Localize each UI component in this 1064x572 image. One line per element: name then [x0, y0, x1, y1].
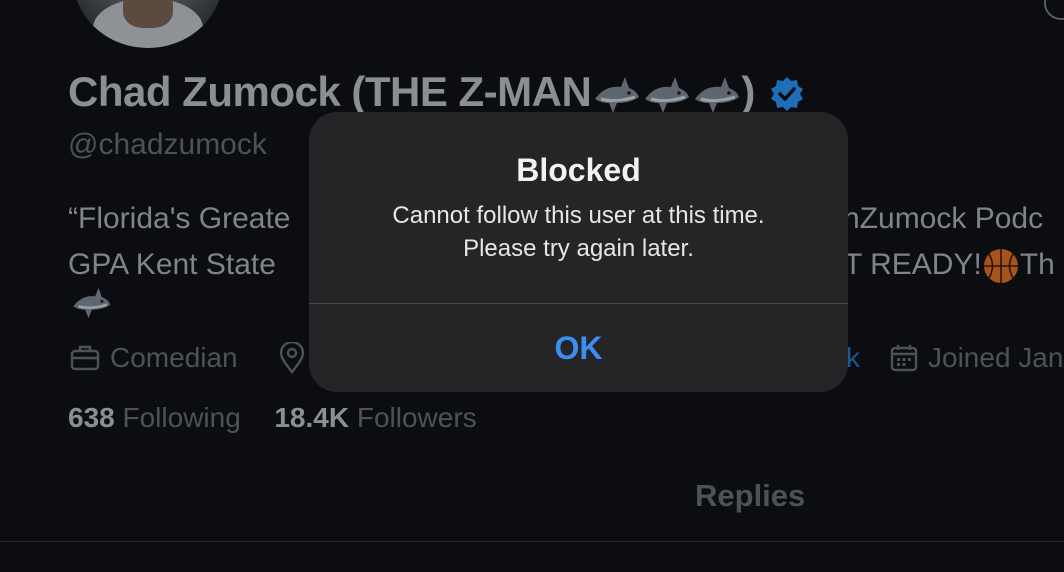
website-link-fragment[interactable]: k: [846, 342, 860, 374]
meta-website-link[interactable]: k: [846, 342, 860, 374]
ok-button[interactable]: OK: [309, 304, 848, 392]
shark-emoji-icon: [70, 282, 112, 338]
tabs-divider: [0, 541, 1064, 542]
blocked-alert-dialog: Blocked Cannot follow this user at this …: [309, 112, 848, 392]
meta-joined: Joined Jan: [890, 342, 1063, 374]
bio-line1-left: “Florida's Greate: [68, 202, 291, 235]
shark-emoji-icon: [591, 68, 641, 117]
user-handle: @chadzumock: [68, 128, 267, 161]
followers-label: Followers: [349, 402, 477, 433]
meta-occupation: Comedian: [70, 342, 238, 374]
shark-emoji-icon: [691, 68, 741, 117]
alert-message: Cannot follow this user at this time. Pl…: [309, 199, 848, 265]
bio-line1-right: nZumock Podc: [843, 202, 1044, 235]
verified-badge-icon[interactable]: [769, 74, 805, 112]
tab-replies[interactable]: Replies: [695, 478, 805, 514]
display-name-text: Chad Zumock (THE Z-MAN: [68, 68, 592, 116]
bio-line2-right: T READY! Th: [844, 242, 1055, 288]
display-name-close-paren: ): [741, 68, 755, 116]
bio-line2-right-text: T READY!: [844, 248, 982, 281]
calendar-icon: [890, 344, 918, 372]
profile-page: Chad Zumock (THE Z-MAN ) @chadzumock “Fl…: [0, 0, 1064, 572]
followers-count: 18.4K: [274, 402, 350, 433]
occupation-text: Comedian: [110, 342, 238, 373]
avatar[interactable]: [70, 0, 226, 51]
joined-text: Joined Jan: [928, 342, 1064, 373]
alert-message-line1: Cannot follow this user at this time.: [392, 202, 765, 229]
avatar-face: [123, 0, 173, 28]
alert-message-line2: Please try again later.: [463, 235, 694, 262]
edit-profile-button-edge[interactable]: [1044, 0, 1064, 20]
following-link[interactable]: 638 Following: [68, 402, 241, 433]
following-label: Following: [114, 402, 241, 433]
followers-link[interactable]: 18.4K Followers: [274, 402, 476, 433]
following-count: 638: [68, 402, 115, 433]
basketball-emoji-icon: [982, 242, 1020, 288]
follow-counts: 638 Following 18.4K Followers: [68, 402, 477, 434]
location-pin-icon: [278, 342, 306, 374]
display-name: Chad Zumock (THE Z-MAN ): [68, 68, 805, 117]
shark-emoji-icon: [641, 68, 691, 117]
bio-line2-right-end: Th: [1019, 248, 1055, 281]
briefcase-icon: [70, 344, 100, 372]
alert-title: Blocked: [516, 152, 641, 188]
